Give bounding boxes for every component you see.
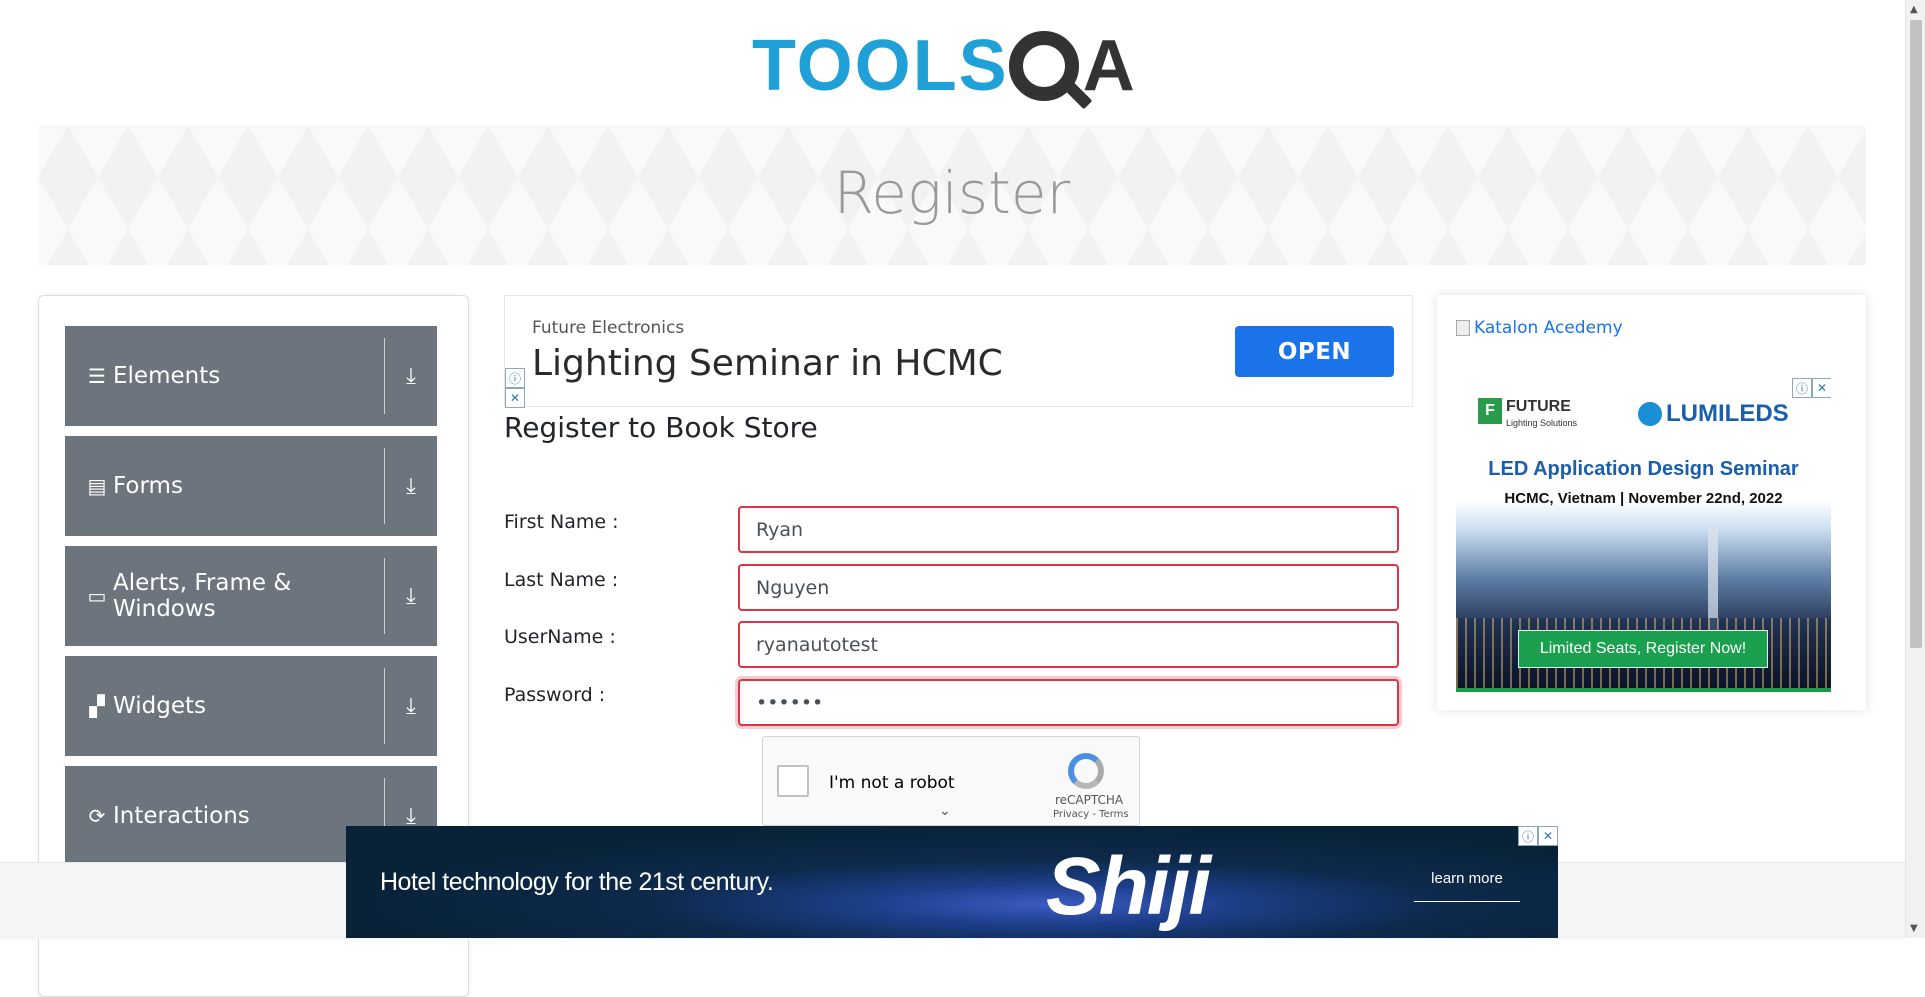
password-input[interactable]: •••••• bbox=[738, 679, 1399, 726]
username-label: UserName : bbox=[504, 626, 616, 648]
logo-qa-text: A bbox=[1082, 26, 1135, 106]
ad-seminar-title: LED Application Design Seminar bbox=[1488, 458, 1799, 480]
sidebar-group-label: Widgets bbox=[113, 693, 206, 719]
shiji-logo: Shiji bbox=[1046, 841, 1211, 932]
lumileds-icon bbox=[1638, 402, 1662, 426]
scrollbar-thumb[interactable] bbox=[1910, 20, 1922, 648]
adchoices-icon[interactable]: ⓘ bbox=[1792, 378, 1812, 398]
future-sub-text: Lighting Solutions bbox=[1506, 418, 1578, 428]
sidebar-group-widgets[interactable]: ▞ Widgets ⤓ bbox=[65, 656, 437, 756]
top-ad[interactable]: Future Electronics Lighting Seminar in H… bbox=[504, 295, 1413, 408]
form-title: Register to Book Store bbox=[504, 411, 818, 444]
last-name-input[interactable]: Nguyen bbox=[738, 564, 1399, 611]
username-input[interactable]: ryanautotest bbox=[738, 621, 1399, 668]
sidebar-group-label: Forms bbox=[113, 473, 183, 499]
broken-image-icon bbox=[1456, 320, 1470, 336]
hamburger-icon: ☰ bbox=[88, 364, 106, 388]
bottom-ad-text: Hotel technology for the 21st century. bbox=[380, 868, 774, 896]
gear-icon bbox=[1008, 31, 1079, 101]
download-arrow-icon[interactable]: ⤓ bbox=[385, 364, 437, 389]
sidebar-group-label: Interactions bbox=[113, 803, 250, 829]
lumileds-logo: LUMILEDS bbox=[1638, 400, 1789, 428]
download-arrow-icon[interactable]: ⤓ bbox=[385, 584, 437, 609]
ad-brand: Future Electronics bbox=[532, 318, 685, 338]
ad-close-icon[interactable]: ✕ bbox=[1538, 826, 1558, 846]
recaptcha-logo-icon bbox=[1068, 753, 1104, 789]
chevron-down-icon: ⌄ bbox=[939, 803, 951, 819]
sidebar-group-alerts[interactable]: ▭ Alerts, Frame & Windows ⤓ bbox=[65, 546, 437, 646]
bottom-ad[interactable]: Hotel technology for the 21st century. S… bbox=[346, 826, 1558, 938]
first-name-label: First Name : bbox=[504, 511, 619, 533]
lumileds-logo-text: LUMILEDS bbox=[1666, 400, 1789, 427]
recaptcha-brand: reCAPTCHA bbox=[1055, 793, 1124, 807]
interactions-icon: ⟳ bbox=[88, 804, 106, 828]
ad-seminar-date: HCMC, Vietnam | November 22nd, 2022 bbox=[1504, 490, 1783, 507]
recaptcha-checkbox[interactable] bbox=[777, 765, 809, 797]
logo-tools-text: TOOLS bbox=[752, 26, 1009, 106]
katalon-alt-text: Katalon Acedemy bbox=[1474, 318, 1623, 338]
download-arrow-icon[interactable]: ⤓ bbox=[385, 474, 437, 499]
learn-more-link[interactable]: learn more bbox=[1414, 870, 1520, 902]
adchoices-icon[interactable]: ⓘ bbox=[1518, 826, 1538, 846]
register-now-button[interactable]: Limited Seats, Register Now! bbox=[1518, 630, 1768, 668]
sidebar-group-label: Alerts, Frame & Windows bbox=[113, 570, 292, 622]
adchoices-icon[interactable]: ⓘ bbox=[505, 368, 525, 388]
katalon-ad-link[interactable]: Katalon Acedemy bbox=[1456, 318, 1623, 338]
download-arrow-icon[interactable]: ⤓ bbox=[385, 694, 437, 719]
widgets-icon: ▞ bbox=[89, 694, 105, 718]
future-logo: F FUTURE Lighting Solutions bbox=[1478, 398, 1602, 428]
lumileds-ad[interactable]: F FUTURE Lighting Solutions LUMILEDS LED … bbox=[1456, 378, 1831, 692]
recaptcha-terms-link[interactable]: Privacy - Terms bbox=[1053, 809, 1129, 820]
window-icon: ▭ bbox=[87, 584, 107, 608]
password-label: Password : bbox=[504, 684, 606, 706]
page-banner: Register bbox=[38, 125, 1866, 265]
ad-headline[interactable]: Lighting Seminar in HCMC bbox=[532, 343, 1003, 384]
toolsqa-logo[interactable]: TOOLS A bbox=[752, 18, 1135, 114]
sidebar-group-forms[interactable]: ▤ Forms ⤓ bbox=[65, 436, 437, 536]
document-icon: ▤ bbox=[87, 474, 107, 498]
ad-open-button[interactable]: OPEN bbox=[1235, 326, 1394, 377]
page-title: Register bbox=[833, 159, 1071, 227]
future-f-icon: F bbox=[1478, 398, 1502, 424]
download-arrow-icon[interactable]: ⤓ bbox=[385, 804, 437, 829]
ad-close-icon[interactable]: ✕ bbox=[505, 388, 525, 408]
sidebar-group-label: Elements bbox=[113, 363, 221, 389]
first-name-input[interactable]: Ryan bbox=[738, 506, 1399, 553]
recaptcha-label: I'm not a robot bbox=[829, 773, 955, 793]
last-name-label: Last Name : bbox=[504, 569, 619, 591]
ad-close-icon[interactable]: ✕ bbox=[1812, 378, 1831, 398]
recaptcha-widget: I'm not a robot reCAPTCHA Privacy - Term… bbox=[762, 736, 1140, 826]
scroll-down-icon[interactable]: ▼ bbox=[1910, 923, 1918, 934]
scroll-up-icon[interactable]: ▲ bbox=[1910, 4, 1918, 15]
vertical-scrollbar[interactable]: ▲ ▼ bbox=[1905, 0, 1925, 938]
sidebar-group-elements[interactable]: ☰ Elements ⤓ bbox=[65, 326, 437, 426]
future-logo-text: FUTURE bbox=[1506, 398, 1571, 415]
